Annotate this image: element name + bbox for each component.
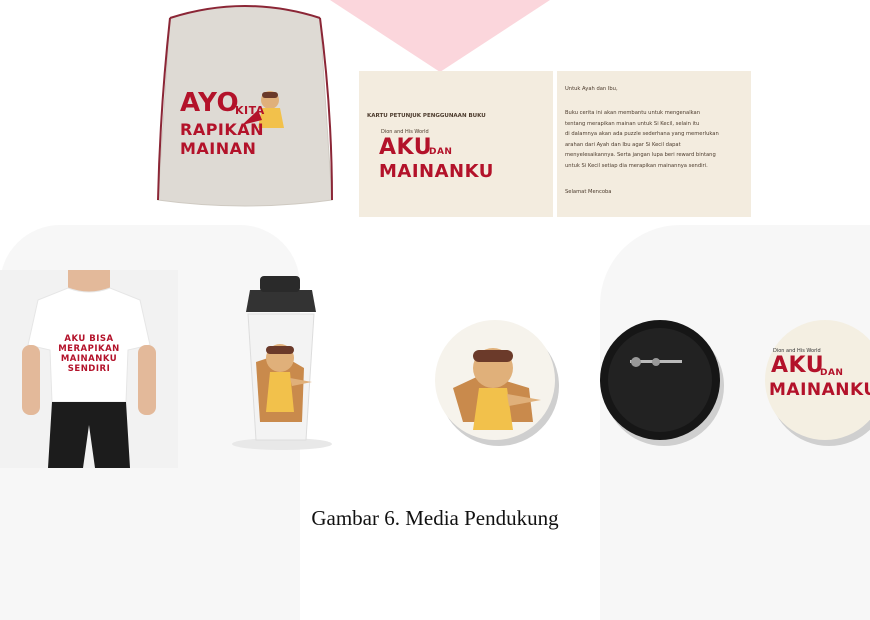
figure-caption: Gambar 6. Media Pendukung — [311, 506, 559, 530]
tshirt-line: AKU BISA — [64, 334, 114, 344]
bag-text-ayo: AYO — [180, 88, 240, 118]
card-title-dan: DAN — [429, 147, 453, 157]
shaker-bottle-image — [220, 272, 340, 452]
card-heading: KARTU PETUNJUK PENGGUNAAN BUKU — [367, 113, 486, 119]
card-body-line: tentang merapikan mainan untuk Si Kecil,… — [565, 120, 700, 127]
button-title-mainanku: MAINANKU — [769, 380, 870, 400]
pin-back-icon — [600, 320, 724, 446]
tshirt-photo: AKU BISA MERAPIKAN MAINANKU SENDIRI — [0, 270, 178, 468]
card-body-line: untuk Si Kecil setiap dia merapikan main… — [565, 162, 708, 169]
card-greeting: Untuk Ayah dan Ibu, — [565, 86, 618, 92]
card-body: Buku cerita ini akan membantu untuk meng… — [565, 108, 749, 171]
card-title-aku: AKU — [379, 135, 433, 160]
tshirt-line: MERAPIKAN — [58, 344, 120, 354]
card-body-line: menyelesaikannya. Serta jangan lupa beri… — [565, 152, 716, 158]
bag-text-rapikan: RAPIKAN MAINAN — [180, 120, 265, 158]
card-title-mainanku: MAINANKU — [379, 161, 494, 182]
button-title-aku: AKU — [771, 353, 825, 378]
card-closing: Selamat Mencoba — [565, 189, 612, 195]
button-title-dan: DAN — [820, 368, 844, 378]
bottle-icon — [232, 276, 332, 450]
character-button-icon — [435, 320, 559, 446]
drawstring-bag-image: AYO KITA RAPIKAN MAINAN — [150, 0, 340, 210]
card-body-line: Buku cerita ini akan membantu untuk meng… — [565, 110, 701, 116]
bag-text-kita: KITA — [235, 104, 265, 117]
pin-button-logo: Dion and His World AKU DAN MAINANKU — [763, 318, 870, 448]
instruction-card-front: KARTU PETUNJUK PENGGUNAAN BUKU Dion and … — [359, 71, 553, 217]
instruction-card-back: Untuk Ayah dan Ibu, Buku cerita ini akan… — [557, 71, 751, 217]
tshirt-print: AKU BISA MERAPIKAN MAINANKU SENDIRI — [48, 334, 130, 374]
tshirt-line: SENDIRI — [67, 364, 111, 374]
card-body-line: arahan dari Ayah dan Ibu agar Si Kecil d… — [565, 141, 681, 148]
heart-watermark-icon — [330, 0, 550, 72]
tshirt-line: MAINANKU — [60, 354, 118, 364]
card-body-line: di dalamnya akan ada puzzle sederhana ya… — [565, 131, 719, 137]
pin-button-character — [433, 318, 563, 448]
pin-button-back — [598, 318, 728, 448]
